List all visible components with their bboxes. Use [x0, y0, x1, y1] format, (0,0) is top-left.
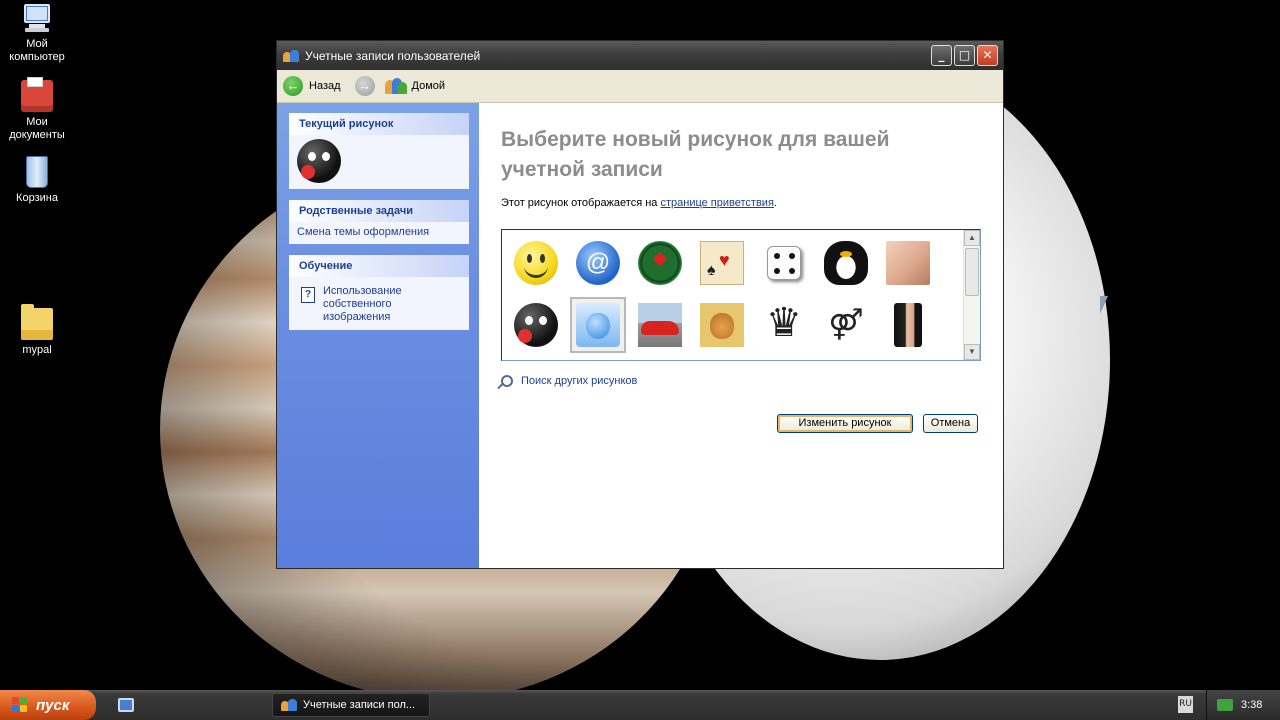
help-icon: ?	[301, 287, 315, 303]
desktop-icon-mypal[interactable]: mypal	[0, 304, 74, 357]
desktop-icon-label: Корзина	[16, 192, 58, 204]
main-content: Выберите новый рисунок для вашей учетной…	[479, 103, 1003, 568]
picture-kitten[interactable]	[694, 297, 750, 353]
picture-apple[interactable]	[570, 297, 626, 353]
email-at-picture: @	[576, 241, 620, 285]
window-title: Учетные записи пользователей	[305, 48, 481, 63]
learn-item[interactable]: ? Использование собственного изображения	[289, 277, 469, 330]
picture-gender[interactable]: ⚤	[818, 297, 874, 353]
minimize-button[interactable]: _	[931, 45, 952, 66]
related-tasks-box: Родственные задачи Смена темы оформления	[289, 200, 469, 244]
dice-picture	[767, 246, 801, 280]
dialog-buttons: Изменить рисунок Отмена	[777, 414, 978, 433]
start-button[interactable]: пуск	[0, 690, 96, 720]
smiley-picture	[514, 241, 558, 285]
desktop-icon-label: Мой компьютер	[9, 38, 65, 63]
scroll-thumb[interactable]	[965, 248, 979, 296]
system-tray: 3:38	[1206, 690, 1280, 720]
back-arrow-icon[interactable]: ←	[283, 76, 303, 96]
current-picture-body	[289, 135, 469, 189]
penguin-picture	[824, 241, 868, 285]
gender-symbol-picture: ⚤	[824, 303, 868, 347]
kitten-picture	[700, 303, 744, 347]
learn-box: Обучение ? Использование собственного из…	[289, 255, 469, 330]
learn-header: Обучение	[289, 255, 469, 277]
scroll-up-arrow-icon[interactable]: ▲	[964, 230, 980, 246]
desktop-icon-my-documents[interactable]: Мои документы	[0, 77, 74, 142]
picture-chess[interactable]	[756, 297, 812, 353]
description-prefix: Этот рисунок отображается на	[501, 197, 661, 209]
windows-flag-icon	[12, 697, 28, 713]
user-accounts-window: Учетные записи пользователей _ □ ✕ ← Наз…	[276, 40, 1004, 569]
picture-skin[interactable]	[880, 235, 936, 291]
picture-bomb[interactable]	[508, 297, 564, 353]
picture-list[interactable]: @ ⚤ ▲ ▼	[501, 229, 981, 361]
picture-dice[interactable]	[756, 235, 812, 291]
search-more-pictures[interactable]: Поиск других рисунков	[501, 375, 1003, 387]
chess-queen-picture	[762, 301, 806, 347]
recycle-bin-icon	[26, 156, 48, 188]
skin-picture	[886, 241, 930, 285]
search-more-pictures-label[interactable]: Поиск других рисунков	[521, 375, 637, 387]
folder-icon	[21, 304, 53, 340]
back-button[interactable]: Назад	[309, 80, 341, 92]
change-theme-link[interactable]: Смена темы оформления	[289, 222, 469, 244]
task-pane: Текущий рисунок Родственные задачи Смена…	[277, 103, 479, 568]
bomb-picture	[514, 303, 558, 347]
picture-woman[interactable]	[880, 297, 936, 353]
taskbar-button-label: Учетные записи пол...	[303, 699, 416, 711]
picture-penguin[interactable]	[818, 235, 874, 291]
network-icon[interactable]	[1217, 699, 1233, 711]
desktop-icon-label: Мои документы	[9, 116, 65, 141]
desktop-icon-label: mypal	[22, 344, 52, 356]
beer-cap-picture	[638, 241, 682, 285]
scroll-down-arrow-icon[interactable]: ▼	[964, 344, 980, 360]
maximize-button[interactable]: □	[954, 45, 975, 66]
language-indicator[interactable]: RU	[1178, 696, 1193, 713]
toolbar: ← Назад → Домой	[277, 70, 1003, 103]
picture-smiley[interactable]	[508, 235, 564, 291]
welcome-page-link[interactable]: странице приветствия	[660, 197, 773, 209]
forward-arrow-icon[interactable]: →	[354, 76, 375, 96]
picture-list-scrollbar[interactable]: ▲ ▼	[963, 230, 980, 360]
mouse-cursor-icon	[1100, 296, 1108, 314]
user-accounts-icon	[281, 697, 297, 713]
magnifier-icon	[501, 375, 513, 387]
picture-grid: @ ⚤	[508, 235, 944, 359]
desktop-icon-my-computer[interactable]: Мой компьютер	[0, 2, 74, 64]
current-picture-box: Текущий рисунок	[289, 113, 469, 189]
title-bar[interactable]: Учетные записи пользователей _ □ ✕	[277, 41, 1003, 70]
home-users-icon[interactable]	[384, 77, 407, 95]
window-client-area: Текущий рисунок Родственные задачи Смена…	[277, 103, 1003, 568]
picture-email[interactable]: @	[570, 235, 626, 291]
home-button[interactable]: Домой	[412, 80, 446, 92]
current-bomb-picture	[297, 139, 341, 183]
show-desktop-icon[interactable]	[118, 698, 134, 712]
user-accounts-icon	[283, 48, 299, 64]
change-picture-button[interactable]: Изменить рисунок	[777, 414, 913, 433]
description-text: Этот рисунок отображается на странице пр…	[501, 197, 1003, 209]
woman-picture	[894, 303, 922, 347]
picture-beer-cap[interactable]	[632, 235, 688, 291]
picture-cards[interactable]	[694, 235, 750, 291]
taskbar: пуск Учетные записи пол... RU 3:38	[0, 690, 1280, 720]
red-car-picture	[638, 303, 682, 347]
picture-car[interactable]	[632, 297, 688, 353]
start-label: пуск	[36, 696, 70, 714]
desktop-icon-recycle-bin[interactable]: Корзина	[0, 156, 74, 205]
use-own-picture-link[interactable]: Использование собственного изображения	[323, 281, 461, 324]
my-computer-icon	[21, 2, 53, 34]
related-tasks-header: Родственные задачи	[289, 200, 469, 222]
current-picture-header: Текущий рисунок	[289, 113, 469, 135]
my-documents-icon	[21, 77, 53, 112]
apple-picture	[576, 303, 620, 347]
clock[interactable]: 3:38	[1241, 699, 1262, 711]
cancel-button[interactable]: Отмена	[923, 414, 978, 433]
page-heading: Выберите новый рисунок для вашей учетной…	[501, 128, 890, 181]
description-suffix: .	[773, 197, 777, 209]
playing-cards-picture	[700, 241, 744, 285]
close-button[interactable]: ✕	[977, 45, 998, 66]
taskbar-button-user-accounts[interactable]: Учетные записи пол...	[272, 693, 430, 717]
